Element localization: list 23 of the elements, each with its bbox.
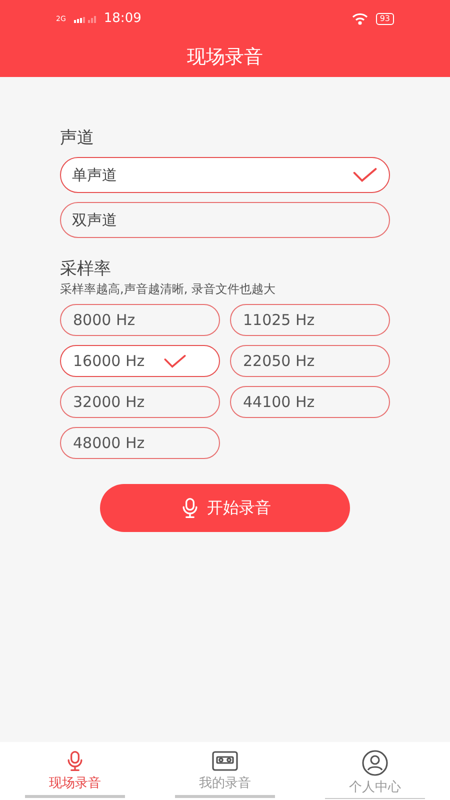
hint-text: 采样率越高,声音越清晰, 录音文件也越大 — [60, 281, 276, 298]
check-icon — [352, 167, 378, 183]
user-icon — [362, 750, 388, 776]
page-title: 现场录音 — [187, 45, 263, 70]
sample-rate-option[interactable]: 48000 Hz — [60, 427, 220, 459]
clock: 18:09 — [104, 10, 142, 28]
tab-item[interactable]: 现场录音 — [49, 742, 101, 794]
sample-rate-option[interactable]: 22050 Hz — [230, 345, 390, 377]
cassette-icon — [212, 750, 238, 772]
check-icon — [162, 354, 187, 368]
sample-rate-option[interactable]: 16000 Hz — [60, 345, 220, 377]
battery-indicator: 93 — [376, 13, 394, 25]
wifi-icon — [352, 13, 368, 25]
sample-rate-option[interactable]: 44100 Hz — [230, 386, 390, 418]
sample-rate-option[interactable]: 11025 Hz — [230, 304, 390, 336]
section-title: 声道 — [60, 127, 95, 149]
sample-rate-option[interactable]: 8000 Hz — [60, 304, 220, 336]
section-title: 采样率 — [60, 258, 112, 280]
sample-rate-option[interactable]: 32000 Hz — [60, 386, 220, 418]
channel-option[interactable]: 单声道 — [60, 157, 390, 193]
start-recording-button[interactable]: 开始录音 — [100, 484, 350, 532]
channel-option[interactable]: 双声道 — [60, 202, 390, 238]
signal-icon — [74, 15, 96, 23]
